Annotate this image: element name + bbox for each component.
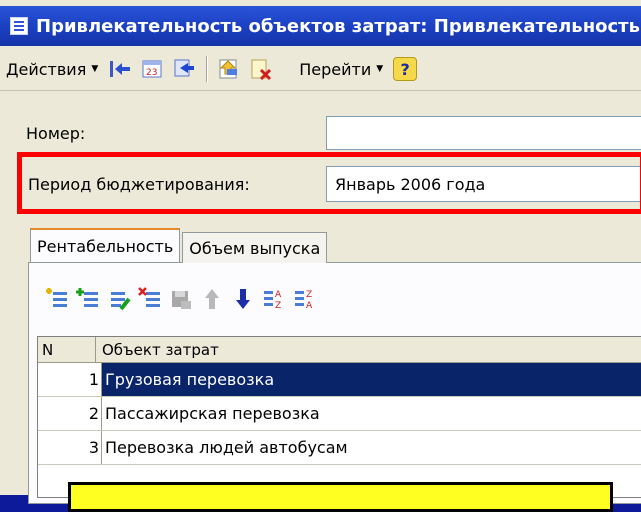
actions-menu[interactable]: Действия ▼	[0, 60, 104, 79]
table-row[interactable]: 3 Перевозка людей автобусам	[38, 431, 641, 465]
calendar-icon[interactable]: 23	[139, 56, 165, 82]
row-number: 2	[38, 397, 102, 430]
table-toolbar: AZ ZA	[44, 284, 323, 314]
table-row[interactable]: 2 Пассажирская перевозка	[38, 397, 641, 431]
annotation-box	[68, 482, 613, 512]
swap-icon[interactable]	[171, 56, 197, 82]
goto-menu-label: Перейти	[299, 59, 372, 79]
goto-menu[interactable]: Перейти ▼	[293, 60, 389, 79]
number-field[interactable]	[326, 116, 641, 150]
tab-output-volume[interactable]: Объем выпуска	[182, 232, 328, 263]
svg-text:A: A	[306, 301, 313, 311]
move-down-icon[interactable]	[230, 286, 256, 312]
svg-text:A: A	[275, 290, 282, 300]
chevron-down-icon: ▼	[91, 64, 99, 74]
tab-output-volume-label: Объем выпуска	[189, 238, 321, 258]
column-header-object[interactable]: Объект затрат	[96, 337, 219, 362]
help-button[interactable]: ?	[392, 56, 418, 82]
sort-az-icon[interactable]: AZ	[261, 286, 287, 312]
row-object[interactable]: Пассажирская перевозка	[102, 397, 641, 430]
tab-strip: Рентабельность Объем выпуска	[30, 228, 329, 263]
svg-text:Z: Z	[306, 290, 312, 300]
save-icon[interactable]	[168, 286, 194, 312]
move-up-icon[interactable]	[199, 286, 225, 312]
row-object[interactable]: Перевозка людей автобусам	[102, 431, 641, 464]
tab-profitability[interactable]: Рентабельность	[30, 228, 181, 262]
chevron-down-icon: ▼	[376, 64, 384, 74]
sort-za-icon[interactable]: ZA	[292, 286, 318, 312]
number-label: Номер:	[26, 124, 86, 143]
table-row[interactable]: 1 Грузовая перевозка	[38, 363, 641, 397]
actions-menu-label: Действия	[6, 59, 87, 79]
app-icon	[10, 17, 28, 35]
document-delete-icon[interactable]	[248, 56, 274, 82]
toolbar: Действия ▼ 23 Перейти ▼ ?	[0, 48, 641, 91]
row-number: 3	[38, 431, 102, 464]
column-header-n[interactable]: N	[38, 337, 96, 362]
delete-row-icon[interactable]	[137, 286, 163, 312]
highlight-frame	[17, 152, 641, 214]
title-bar: Привлекательность объектов затрат: Привл…	[0, 6, 641, 46]
svg-text:Z: Z	[275, 301, 281, 311]
copy-row-icon[interactable]	[75, 286, 101, 312]
tab-profitability-label: Рентабельность	[37, 236, 174, 256]
arrow-left-icon[interactable]	[107, 56, 133, 82]
add-row-icon[interactable]	[44, 286, 70, 312]
toolbar-separator	[206, 56, 208, 82]
app-window: Привлекательность объектов затрат: Привл…	[0, 0, 641, 512]
edit-row-icon[interactable]	[106, 286, 132, 312]
row-number: 1	[38, 363, 102, 396]
table-header: N Объект затрат	[38, 337, 641, 363]
svg-text:23: 23	[146, 68, 157, 78]
document-up-icon[interactable]	[216, 56, 242, 82]
row-object[interactable]: Грузовая перевозка	[102, 363, 641, 396]
costs-table: N Объект затрат 1 Грузовая перевозка 2 П…	[37, 336, 641, 498]
help-icon: ?	[393, 57, 418, 81]
window-title: Привлекательность объектов затрат: Привл…	[36, 15, 641, 37]
